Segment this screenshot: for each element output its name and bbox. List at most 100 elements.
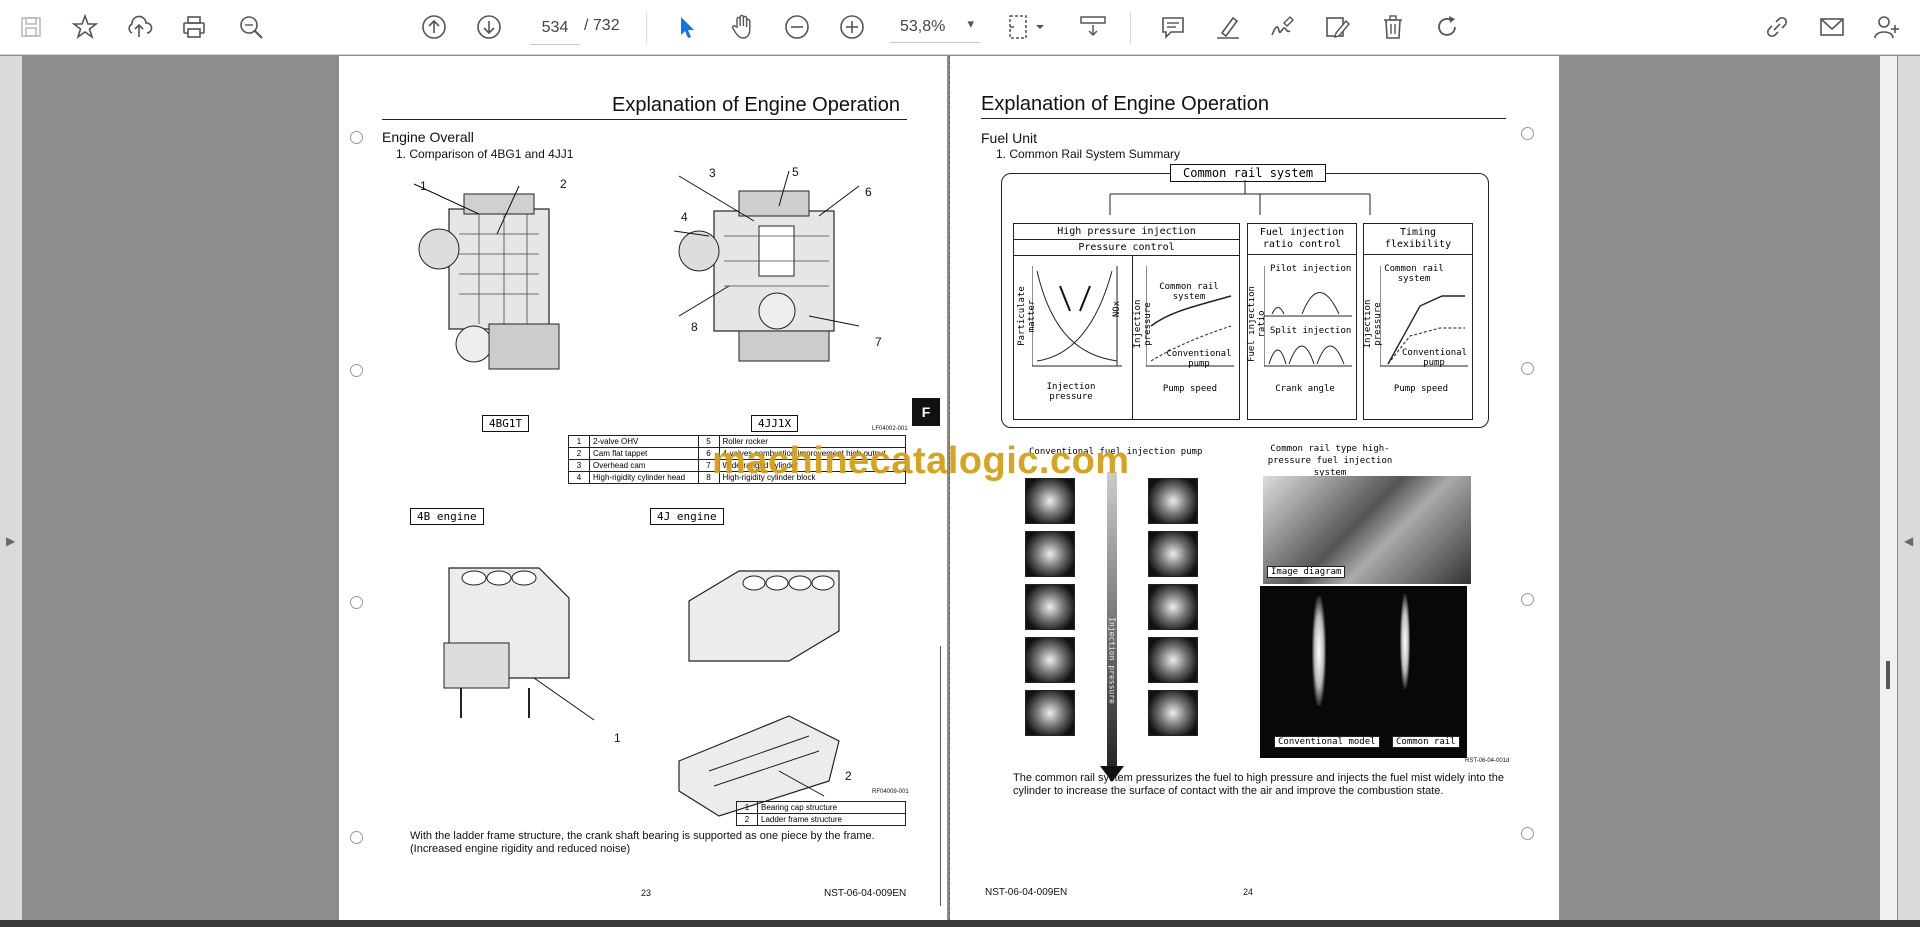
column-rule	[940, 646, 941, 906]
image-diagram-label: Image diagram	[1267, 566, 1346, 578]
figure-code: RST-06-04-001d	[1465, 758, 1510, 764]
vertical-scrollbar[interactable]	[1880, 56, 1897, 920]
share-link-icon[interactable]	[1760, 10, 1794, 44]
title-rule	[382, 119, 907, 120]
spray-thumbnail	[1025, 637, 1075, 683]
engine-label-4jj1x: 4JJ1X	[751, 415, 799, 432]
binder-hole	[1521, 827, 1534, 840]
col-subheading: Pressure control	[1014, 240, 1239, 256]
left-page: Explanation of Engine Operation Engine O…	[339, 56, 947, 920]
hand-tool-icon[interactable]	[725, 10, 759, 44]
spray-comparison-photo	[1260, 586, 1467, 758]
add-user-icon[interactable]	[1869, 10, 1903, 44]
zoom-out-icon[interactable]	[780, 10, 814, 44]
figure-code: LF04002-001	[872, 426, 908, 432]
expand-right-icon: ▶	[6, 534, 16, 548]
scroll-mode-icon[interactable]	[1074, 10, 1114, 44]
common-rail-label: Common rail	[1392, 736, 1460, 748]
zoom-select[interactable]: 53,8% ▾	[890, 12, 980, 43]
graph-annotation: Common rail system	[1159, 282, 1219, 302]
diagram-col-high-pressure: High pressure injection Pressure control…	[1013, 223, 1240, 420]
spray-thumbnail	[1025, 690, 1075, 736]
engine-4bg1-drawing	[413, 183, 560, 370]
conventional-model-label: Conventional model	[1274, 736, 1380, 748]
graph-annotation: Pilot injection	[1270, 264, 1352, 274]
diagram-connectors	[1109, 180, 1371, 215]
callout-label: 8	[691, 320, 698, 334]
print-icon[interactable]	[177, 10, 211, 44]
status-bar	[0, 920, 1920, 927]
legend-number: 1	[736, 801, 758, 814]
diagram-col-injection-ratio: Fuel injection ratio control Fuel inject…	[1247, 223, 1357, 420]
spray-thumbnail	[1025, 531, 1075, 577]
section-heading: Fuel Unit	[981, 130, 1038, 146]
save-icon[interactable]	[14, 10, 48, 44]
binder-hole	[350, 364, 363, 377]
figure-code: RF04009-001	[872, 789, 909, 795]
callout-label: 1	[614, 731, 621, 745]
subsection-heading: 1. Common Rail System Summary	[996, 147, 1181, 161]
right-panel-toggle[interactable]: ◀	[1898, 56, 1920, 920]
col-heading: Fuel injection ratio control	[1248, 224, 1356, 255]
scrollbar-thumb[interactable]	[1886, 661, 1890, 689]
fit-page-icon[interactable]	[1003, 10, 1049, 44]
legend-number: 1	[568, 435, 590, 448]
watermark-text: machinecatalogic.com	[712, 440, 1130, 482]
legend-number: 2	[736, 813, 758, 826]
spray-thumbnail	[1148, 531, 1198, 577]
zoom-search-icon[interactable]	[234, 10, 268, 44]
comment-icon[interactable]	[1156, 10, 1190, 44]
body-paragraph: With the ladder frame structure, the cra…	[410, 830, 875, 855]
binder-hole	[1521, 362, 1534, 375]
col-heading: Timing flexibility	[1364, 224, 1472, 255]
zoom-in-icon[interactable]	[835, 10, 869, 44]
spray-thumbnail	[1148, 478, 1198, 524]
email-icon[interactable]	[1815, 10, 1849, 44]
upload-cloud-icon[interactable]	[122, 10, 156, 44]
highlight-icon[interactable]	[1211, 10, 1245, 44]
section-tab-f: F	[912, 398, 940, 426]
block-4j-drawing	[688, 570, 840, 662]
legend-number: 4	[568, 471, 590, 484]
page-number: 24	[1243, 887, 1254, 897]
callout-label: 5	[792, 165, 799, 179]
engine-label-4bg1t: 4BG1T	[482, 415, 530, 432]
edit-icon[interactable]	[1320, 10, 1354, 44]
callout-label: 2	[560, 177, 567, 191]
page-title: Explanation of Engine Operation	[981, 93, 1269, 115]
left-panel-toggle[interactable]: ▶	[0, 56, 22, 920]
legend-number: 2	[568, 447, 590, 460]
graph-ylabel: Fuel injection ratio	[1247, 286, 1267, 362]
legend-text: Overhead cam	[589, 459, 699, 472]
page-down-icon[interactable]	[472, 10, 506, 44]
document-code: NST-06-04-009EN	[985, 887, 1068, 898]
chevron-down-icon: ▾	[967, 16, 974, 31]
rotate-icon[interactable]	[1430, 10, 1464, 44]
spray-thumbnail	[1148, 637, 1198, 683]
legend-text: High-rigidity cylinder head	[589, 471, 699, 484]
page-number-input[interactable]	[530, 12, 580, 45]
sign-icon[interactable]	[1265, 10, 1299, 44]
title-rule	[981, 118, 1506, 119]
spray-thumbnail	[1025, 478, 1075, 524]
toolbar-divider	[646, 12, 647, 44]
graph-pm-nox	[1032, 266, 1122, 367]
select-cursor-icon[interactable]	[670, 10, 704, 44]
legend-text: Cam flat tappet	[589, 447, 699, 460]
binder-hole	[350, 131, 363, 144]
callout-label: 6	[865, 185, 872, 199]
frame-legend-table: 1 Bearing cap structure 2 Ladder frame stru…	[736, 801, 906, 826]
delete-icon[interactable]	[1376, 10, 1410, 44]
bookmark-star-icon[interactable]	[68, 10, 102, 44]
graph-ylabel: Injection pressure	[1363, 299, 1383, 349]
graph-ylabel: Particulate matter	[1017, 286, 1037, 346]
zoom-value: 53,8%	[900, 18, 946, 35]
graph-xlabel: Crank angle	[1275, 384, 1335, 394]
page-up-icon[interactable]	[417, 10, 451, 44]
right-page: Explanation of Engine Operation Fuel Uni…	[950, 56, 1559, 920]
diagram-col-timing: Timing flexibility Injection pressure Co…	[1363, 223, 1473, 420]
engine-4jj1-drawing	[673, 170, 860, 362]
callout-label: 4	[681, 210, 688, 224]
callout-label: 3	[709, 166, 716, 180]
legend-number: 3	[568, 459, 590, 472]
